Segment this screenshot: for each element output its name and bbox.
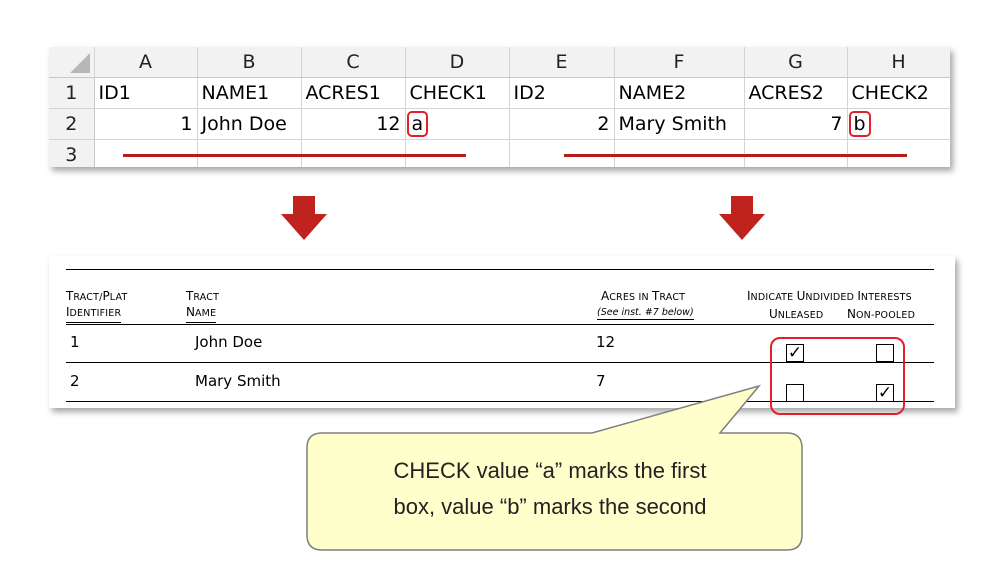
callout-line-2: box, value “b” marks the second <box>393 494 707 519</box>
callout-line-1: CHECK value “a” marks the first <box>393 458 707 483</box>
callout-text: CHECK value “a” marks the first box, val… <box>330 453 770 525</box>
